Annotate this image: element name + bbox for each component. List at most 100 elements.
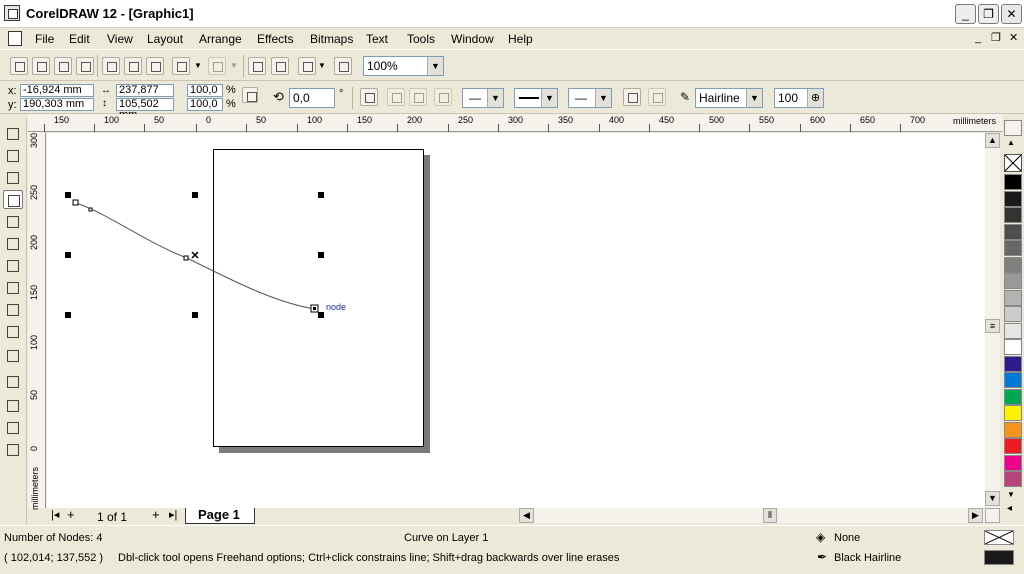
color-swatch[interactable] [1004, 174, 1022, 190]
outline-width-selector[interactable]: Hairline ▼ [695, 88, 763, 108]
width-field[interactable]: 237,877 mm [116, 84, 174, 107]
shape-tool-icon[interactable] [3, 146, 23, 165]
text-tool-icon[interactable] [3, 322, 23, 341]
ellipse-tool-icon[interactable] [3, 256, 23, 275]
menu-window[interactable]: Window [451, 32, 494, 46]
palette-scroll-down-icon[interactable]: ▼ [1007, 490, 1015, 499]
chevron-down-icon[interactable]: ▼ [487, 89, 503, 107]
scroll-down-icon[interactable]: ▼ [985, 491, 1000, 506]
freehand-tool-icon[interactable] [3, 190, 23, 209]
interactive-blend-tool-icon[interactable] [3, 346, 23, 365]
x-position-field[interactable]: -16,924 mm [20, 84, 94, 97]
menu-effects[interactable]: Effects [257, 32, 293, 46]
vertical-ruler[interactable]: 300 250 200 150 100 50 0 millimeters [28, 132, 46, 510]
color-swatch[interactable] [1004, 223, 1022, 240]
rectangle-tool-icon[interactable] [3, 234, 23, 253]
chevron-down-icon[interactable]: ▼ [427, 57, 443, 75]
doc-minimize-button[interactable]: _ [975, 32, 981, 44]
last-page-icon[interactable]: ▸| [169, 508, 177, 521]
color-swatch[interactable] [1004, 438, 1022, 454]
wrap-text-icon[interactable] [434, 88, 452, 106]
redo-icon[interactable] [208, 57, 226, 75]
rotation-field[interactable]: 0,0 [289, 88, 335, 108]
horizontal-scrollbar[interactable]: ◀ ⦀ ▶ [519, 508, 985, 523]
y-position-field[interactable]: 190,303 mm [20, 98, 94, 111]
polygon-tool-icon[interactable] [3, 278, 23, 297]
undo-icon[interactable] [172, 57, 190, 75]
menu-arrange[interactable]: Arrange [199, 32, 242, 46]
eyedropper-tool-icon[interactable] [3, 372, 23, 391]
curve-smoothness-field[interactable]: 100 ⊕ [774, 88, 824, 108]
color-swatch[interactable] [1004, 355, 1022, 372]
auto-close-icon[interactable] [409, 88, 427, 106]
application-launcher-icon[interactable] [298, 57, 316, 75]
scale-x-field[interactable]: 100,0 [187, 84, 223, 97]
scroll-right-icon[interactable]: ▶ [968, 508, 983, 523]
text-wrap-icon[interactable] [648, 88, 666, 106]
color-swatch[interactable] [1004, 256, 1022, 273]
menu-layout[interactable]: Layout [147, 32, 183, 46]
end-arrowhead-selector[interactable]: — ▼ [568, 88, 612, 108]
scroll-left-icon[interactable]: ◀ [519, 508, 534, 523]
horizontal-ruler[interactable]: 150 100 50 0 50 100 150 200 250 300 350 400 450 500 55… [28, 114, 1002, 132]
copy-icon[interactable] [124, 57, 142, 75]
menu-edit[interactable]: Edit [69, 32, 90, 46]
color-swatch[interactable] [1004, 306, 1022, 322]
color-swatch[interactable] [1004, 273, 1022, 289]
add-page-after-icon[interactable]: + [152, 507, 160, 522]
pick-tool-icon[interactable] [3, 124, 23, 143]
navigator-icon[interactable] [985, 508, 1000, 523]
new-icon[interactable] [10, 57, 28, 75]
height-field[interactable]: 105,502 mm [116, 98, 174, 121]
open-icon[interactable] [32, 57, 50, 75]
menu-file[interactable]: File [35, 32, 54, 46]
palette-expand-icon[interactable]: ◂ [1007, 503, 1012, 514]
zoom-tool-icon[interactable] [3, 168, 23, 187]
add-page-before-icon[interactable]: + [67, 507, 75, 522]
color-swatch[interactable] [1004, 190, 1022, 207]
chevron-down-icon[interactable]: ▼ [746, 89, 762, 107]
horizontal-scroll-thumb[interactable]: ⦀ [763, 508, 777, 523]
cut-icon[interactable] [102, 57, 120, 75]
slider-icon[interactable]: ⊕ [807, 89, 823, 107]
interactive-fill-tool-icon[interactable] [3, 440, 23, 459]
import-icon[interactable] [248, 57, 266, 75]
first-page-icon[interactable]: |◂ [51, 508, 59, 521]
doc-close-button[interactable]: ✕ [1009, 31, 1018, 44]
color-swatch[interactable] [1004, 471, 1022, 487]
maximize-button[interactable]: ❐ [978, 4, 999, 24]
corel-online-icon[interactable] [334, 57, 352, 75]
coreldraw-app-icon[interactable] [4, 5, 20, 21]
no-color-swatch[interactable] [1004, 154, 1022, 172]
palette-menu-icon[interactable] [1004, 120, 1022, 136]
close-button[interactable]: ✕ [1001, 4, 1022, 24]
menu-help[interactable]: Help [508, 32, 533, 46]
break-apart-icon[interactable] [387, 88, 405, 106]
color-swatch[interactable] [1004, 322, 1022, 339]
color-swatch[interactable] [1004, 207, 1022, 223]
color-swatch[interactable] [1004, 454, 1022, 471]
vertical-scroll-thumb[interactable]: ≡ [985, 319, 1000, 333]
palette-scroll-up-icon[interactable]: ▲ [1007, 138, 1015, 147]
outline-tool-icon[interactable] [3, 396, 23, 415]
color-swatch[interactable] [1004, 372, 1022, 388]
document-icon[interactable] [8, 31, 22, 46]
launcher-dropdown-icon[interactable]: ▼ [318, 61, 326, 70]
menu-text[interactable]: Text [366, 32, 388, 46]
export-icon[interactable] [271, 57, 289, 75]
paste-icon[interactable] [146, 57, 164, 75]
color-swatch[interactable] [1004, 405, 1022, 421]
lock-ratio-icon[interactable] [242, 87, 258, 103]
scroll-up-icon[interactable]: ▲ [985, 133, 1000, 148]
redo-dropdown-icon[interactable]: ▼ [230, 61, 238, 70]
undo-dropdown-icon[interactable]: ▼ [194, 61, 202, 70]
doc-restore-button[interactable]: ❐ [991, 31, 1001, 44]
vertical-scrollbar[interactable]: ▲ ≡ ▼ [985, 133, 1000, 508]
fill-color-indicator[interactable] [984, 530, 1014, 545]
chevron-down-icon[interactable]: ▼ [595, 89, 611, 107]
menu-bitmaps[interactable]: Bitmaps [310, 32, 353, 46]
freehand-curve[interactable] [47, 133, 447, 353]
color-swatch[interactable] [1004, 240, 1022, 256]
mirror-icon[interactable] [360, 88, 378, 106]
color-swatch[interactable] [1004, 289, 1022, 306]
